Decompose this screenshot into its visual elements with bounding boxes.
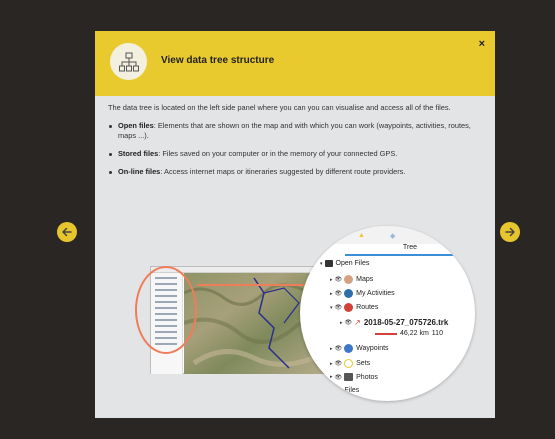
tree-item-routes[interactable]: ▾ 👁 Routes xyxy=(330,303,378,312)
bullet-open-files: Open files: Elements that are shown on t… xyxy=(108,121,488,141)
tree-item-activities[interactable]: ▸ 👁 My Activities xyxy=(330,289,395,298)
expand-icon: ▸ xyxy=(340,319,343,326)
visibility-eye-icon[interactable]: 👁 xyxy=(335,276,343,283)
zoom-highlight-circle xyxy=(135,266,197,354)
tree-item-label: Sets xyxy=(356,360,371,367)
tree-item-label: Routes xyxy=(356,304,379,311)
bullet-text: : Access internet maps or itineraries su… xyxy=(160,167,406,176)
tutorial-modal: View data tree structure × The data tree… xyxy=(95,31,495,418)
tree-item-maps[interactable]: ▸ 👁 Maps xyxy=(330,275,373,284)
modal-header: View data tree structure × xyxy=(95,31,495,96)
tree-illustration: ▲ ◆ Tree ▾ Open Files ▸ 👁 Maps ▸ 👁 My Ac… xyxy=(135,226,475,416)
tree-structure-icon xyxy=(110,43,147,80)
visibility-eye-icon[interactable]: 👁 xyxy=(345,319,353,326)
visibility-eye-icon[interactable]: 👁 xyxy=(335,304,343,311)
visibility-eye-icon[interactable]: 👁 xyxy=(335,345,343,352)
expand-icon: ▸ xyxy=(330,345,333,352)
bullet-online-files: On-line files: Access internet maps or i… xyxy=(108,167,488,177)
activities-icon xyxy=(344,289,354,298)
expand-icon: ▸ xyxy=(330,374,333,380)
expand-icon: ▸ xyxy=(330,290,333,297)
modal-body: The data tree is located on the left sid… xyxy=(108,103,488,185)
route-track-icon: ↗ xyxy=(354,318,361,327)
arrow-left-icon xyxy=(62,227,72,237)
eye-icon: ◆ xyxy=(390,233,396,240)
modal-title: View data tree structure xyxy=(161,55,275,66)
tab-underline xyxy=(345,254,475,256)
bullet-text: : Files saved on your computer or in the… xyxy=(158,149,398,158)
tree-item-track[interactable]: ▸ 👁 ↗ 2018-05-27_075726.trk xyxy=(340,318,448,327)
sets-icon xyxy=(344,359,354,368)
track-extra: 110 xyxy=(431,330,443,337)
tree-item-sets[interactable]: ▸ 👁 Sets xyxy=(330,359,370,368)
sun-icon: ▲ xyxy=(358,232,365,239)
bullet-list: Open files: Elements that are shown on t… xyxy=(108,121,488,177)
close-button[interactable]: × xyxy=(479,39,485,50)
track-name: 2018-05-27_075726.trk xyxy=(363,318,449,327)
track-color-swatch xyxy=(375,332,397,335)
photos-icon xyxy=(344,373,354,381)
tree-item-label: Photos xyxy=(356,373,378,381)
expand-icon: ▸ xyxy=(330,276,333,283)
tree-item-label: Waypoints xyxy=(356,345,389,352)
tree-item-label: Files xyxy=(344,387,360,394)
track-distance: 46,22 km xyxy=(400,330,429,337)
visibility-eye-icon[interactable]: 👁 xyxy=(335,360,343,367)
maps-icon xyxy=(344,275,354,284)
expand-icon: ▾ xyxy=(320,260,323,267)
previous-slide-button[interactable] xyxy=(57,222,77,242)
tab-tree[interactable]: Tree xyxy=(345,244,475,254)
tree-item-waypoints[interactable]: ▸ 👁 Waypoints xyxy=(330,344,389,353)
visibility-eye-icon[interactable]: 👁 xyxy=(335,290,343,297)
folder-icon xyxy=(324,260,333,267)
tree-item-open-files[interactable]: ▾ Open Files xyxy=(320,260,369,267)
bullet-term: Stored files xyxy=(118,149,159,158)
bullet-stored-files: Stored files: Files saved on your comput… xyxy=(108,149,488,159)
waypoints-icon xyxy=(344,344,354,353)
expand-icon: ▸ xyxy=(330,360,333,367)
tree-magnifier: ▲ ◆ Tree ▾ Open Files ▸ 👁 Maps ▸ 👁 My Ac… xyxy=(300,226,475,401)
panel-tab-bar: ▲ ◆ xyxy=(300,226,475,244)
tree-item-files[interactable]: ▸ Files xyxy=(340,387,359,394)
visibility-eye-icon[interactable]: 👁 xyxy=(335,374,343,381)
next-slide-button[interactable] xyxy=(500,222,520,242)
tree-item-photos[interactable]: ▸ 👁 Photos xyxy=(330,373,378,381)
zoom-connector-line xyxy=(197,284,317,286)
tree-item-label: My Activities xyxy=(356,290,395,297)
tree-item-label: Open Files xyxy=(335,260,370,267)
arrow-right-icon xyxy=(505,227,515,237)
track-details: 46,22 km 110 xyxy=(375,330,443,337)
bullet-text: : Elements that are shown on the map and… xyxy=(118,121,471,140)
bullet-term: Open files xyxy=(118,121,154,130)
routes-icon xyxy=(344,303,354,312)
expand-icon: ▾ xyxy=(330,304,333,311)
expand-icon: ▸ xyxy=(340,387,343,394)
tree-item-label: Maps xyxy=(356,276,374,283)
bullet-term: On-line files xyxy=(118,167,161,176)
intro-text: The data tree is located on the left sid… xyxy=(108,103,451,112)
